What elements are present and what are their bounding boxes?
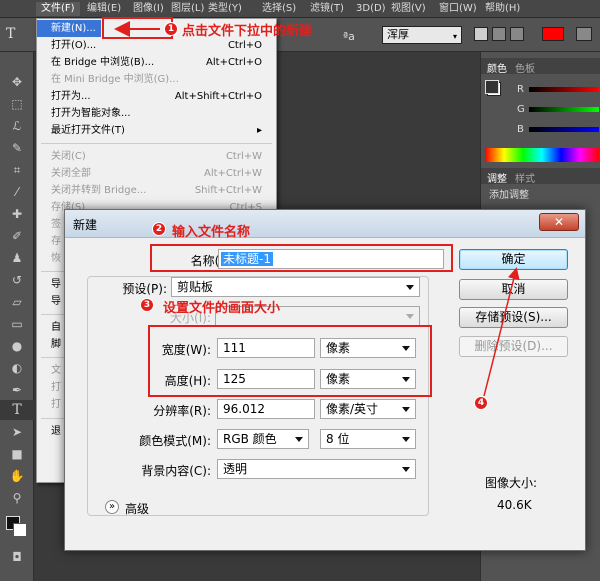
annotation-arrows	[114, 21, 520, 397]
step4-arrow	[483, 267, 520, 397]
